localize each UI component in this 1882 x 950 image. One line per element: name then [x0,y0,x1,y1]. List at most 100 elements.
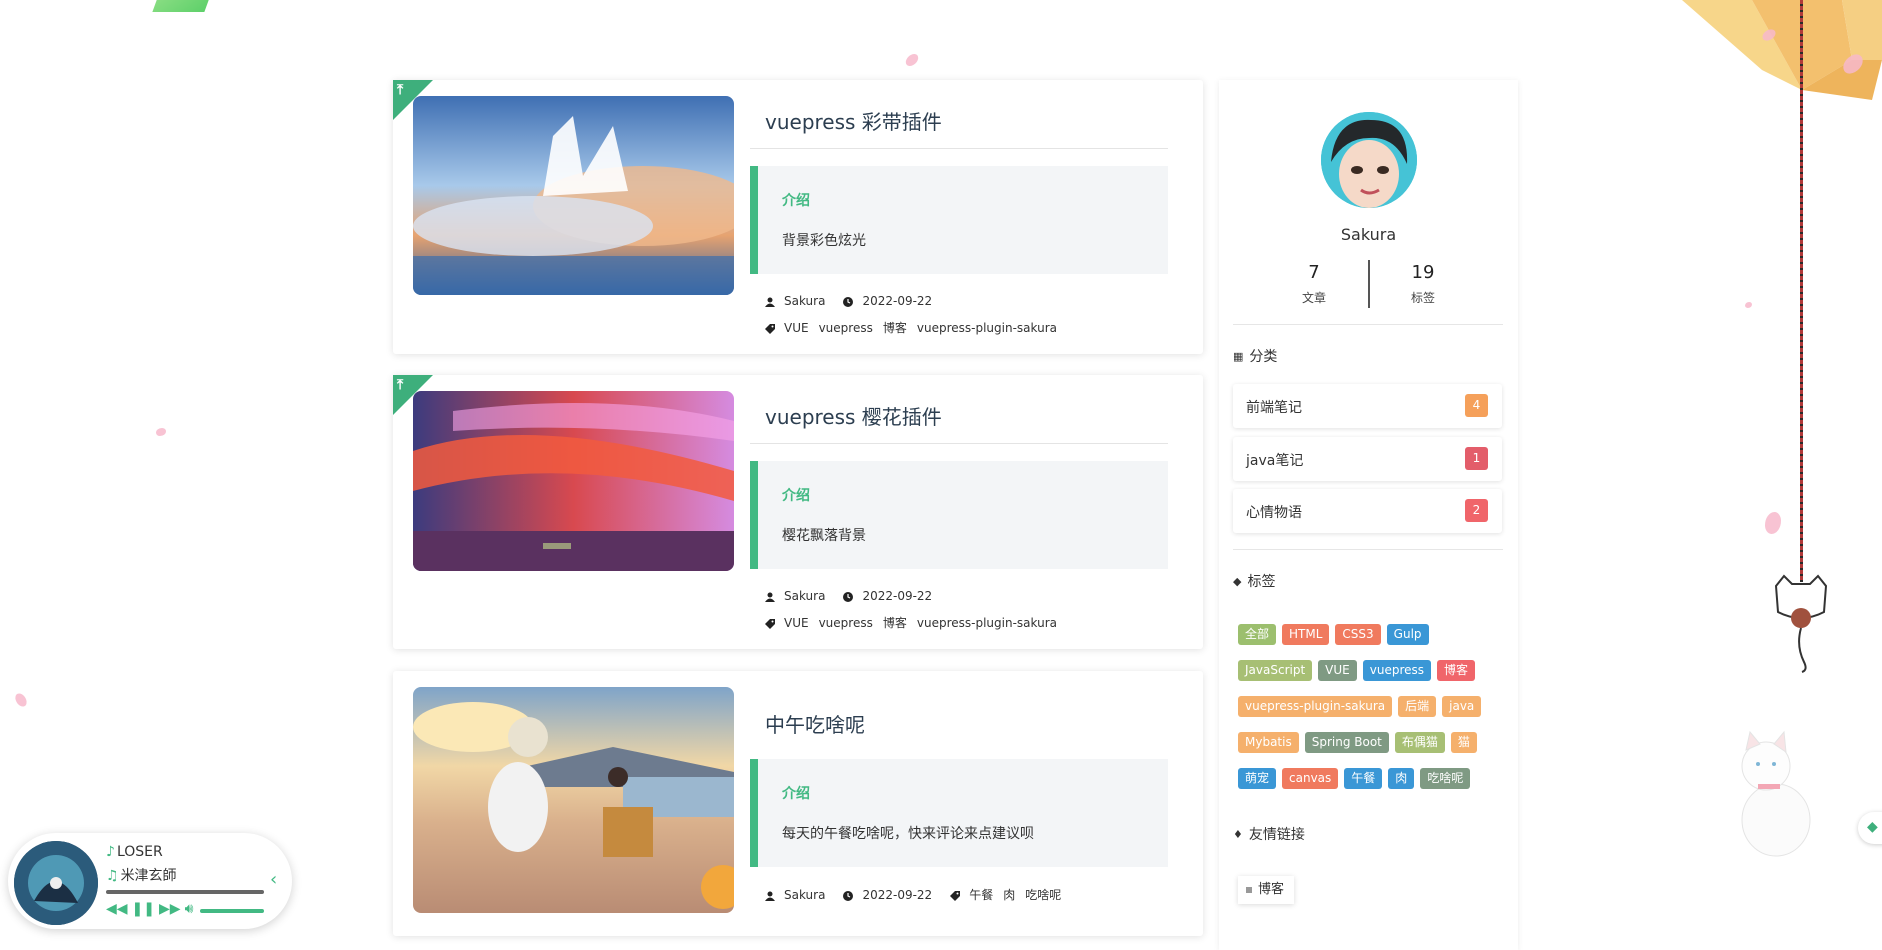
excerpt-heading: 介绍 [782,193,810,209]
post-author[interactable]: Sakura [784,888,825,902]
tag-button[interactable]: JavaScript [1238,660,1313,681]
tag-button[interactable]: Gulp [1386,624,1429,645]
post-tag[interactable]: vuepress-plugin-sakura [917,321,1057,335]
tag-button[interactable]: 布偶猫 [1394,732,1445,753]
tag-button[interactable]: VUE [1318,660,1357,681]
next-icon[interactable]: ▶▶ [159,901,181,917]
user-icon [765,296,775,307]
post-tag[interactable]: 博客 [883,614,907,631]
excerpt-heading: 介绍 [782,786,810,802]
post-tag[interactable]: 午餐 [969,886,993,903]
post-tag[interactable]: VUE [784,616,809,630]
post-title[interactable]: vuepress 彩带插件 [765,106,942,135]
tag-button[interactable]: canvas [1282,768,1339,789]
tag-icon [765,618,775,629]
tag-button[interactable]: 后端 [1398,696,1437,717]
tag-button[interactable]: HTML [1282,624,1330,645]
artist-icon: ♫ [106,868,119,884]
category-name: 心情物语 [1246,505,1302,521]
post-date: 2022-09-22 [862,589,933,603]
song-title: ♪ LOSER [106,844,163,860]
post-tag[interactable]: 博客 [883,319,907,336]
post-cover-image[interactable] [413,687,734,913]
hanging-cat-decoration [1774,574,1828,673]
post-meta: Sakura 2022-09-22 [765,589,932,603]
link-bullet-icon [1246,886,1252,893]
friends-title: 友情链接 [1248,827,1305,843]
tag-button[interactable]: Spring Boot [1304,732,1389,753]
toggle-icon: ◆ [1867,819,1878,835]
post-date: 2022-09-22 [862,887,933,902]
tag-icon [765,323,775,334]
progress-bar[interactable] [106,890,264,894]
diamond-icon: ♦ [1233,827,1243,841]
tag-button[interactable]: 萌宠 [1238,768,1277,789]
petal [156,428,166,436]
volume-icon[interactable]: 🔊︎ [185,901,194,917]
post-author[interactable]: Sakura [784,294,825,308]
post-tag[interactable]: 肉 [1003,886,1015,903]
friend-link[interactable]: 博客 [1238,876,1295,904]
tag-button[interactable]: CSS3 [1335,624,1381,645]
divider [1233,549,1503,550]
tag-button[interactable]: Mybatis [1238,732,1299,753]
category-item[interactable]: 心情物语 2 [1233,489,1502,533]
tag-button[interactable]: vuepress [1362,660,1431,681]
side-toggle-button[interactable]: ◆ [1858,812,1882,844]
tag-button[interactable]: 猫 [1450,732,1477,753]
pause-icon[interactable]: ❚❚ [132,901,155,917]
clock-icon [843,890,854,901]
sitting-cat-decoration [1741,730,1811,857]
tag-button[interactable]: 午餐 [1344,768,1383,789]
album-cover[interactable] [14,841,98,925]
post-title[interactable]: vuepress 樱花插件 [765,401,942,430]
post-tag[interactable]: vuepress [819,321,873,335]
tag-button[interactable]: java [1442,696,1482,717]
post-card[interactable]: ⤒ vuepress 彩带插件 介绍 背景彩色炫光 Sakura 2022-09… [393,80,1203,354]
player-controls: ◀◀ ❚❚ ▶▶ 🔊︎ [106,901,197,917]
category-name: java笔记 [1246,453,1304,469]
post-card[interactable]: ⤒ vuepress 樱花插件 介绍 樱花飘落背景 Sakura 2022-09… [393,375,1203,649]
tag-button[interactable]: 全部 [1238,624,1277,645]
collapse-chevron-icon[interactable]: ‹ [270,869,277,890]
post-author[interactable]: Sakura [784,589,825,603]
post-cover-image[interactable] [413,391,734,571]
clock-icon [843,296,854,307]
post-card[interactable]: 中午吃啥呢 介绍 每天的午餐吃啥呢，快来评论来点建议呗 Sakura 2022-… [393,671,1203,936]
profile-name: Sakura [1340,225,1397,244]
tags-stat[interactable]: 19 标签 [1368,262,1478,306]
user-icon [765,890,775,901]
excerpt-heading: 介绍 [782,488,810,504]
post-cover-image[interactable] [413,96,734,295]
post-excerpt: 介绍 每天的午餐吃啥呢，快来评论来点建议呗 [750,759,1168,867]
song-title-text: LOSER [116,844,163,860]
post-tag[interactable]: vuepress [819,616,873,630]
previous-icon[interactable]: ◀◀ [106,901,128,917]
post-tags: VUE vuepress 博客 vuepress-plugin-sakura [765,319,1067,336]
category-name: 前端笔记 [1246,400,1302,416]
volume-slider[interactable] [200,909,264,913]
articles-count: 7 [1308,262,1320,283]
user-icon [765,591,775,602]
excerpt-text: 每天的午餐吃啥呢，快来评论来点建议呗 [782,826,1034,842]
corner-decoration [152,0,220,12]
category-item[interactable]: java笔记 1 [1233,437,1502,481]
tag-icon: ◆ [1233,574,1242,588]
hanging-rope [1800,0,1803,582]
post-title[interactable]: 中午吃啥呢 [765,709,865,738]
post-meta: Sakura 2022-09-22 [765,294,932,308]
tag-button[interactable]: vuepress-plugin-sakura [1238,696,1393,717]
song-artist: ♫ 米津玄師 [106,865,177,885]
articles-stat[interactable]: 7 文章 [1259,262,1369,306]
tag-button[interactable]: 肉 [1388,768,1415,789]
tags-title: 标签 [1247,574,1276,590]
post-meta: Sakura 2022-09-22 午餐 肉 吃啥呢 [765,886,1071,903]
song-artist-text: 米津玄師 [120,868,177,884]
tag-button[interactable]: 吃啥呢 [1420,768,1471,789]
post-tag[interactable]: vuepress-plugin-sakura [917,616,1057,630]
category-item[interactable]: 前端笔记 4 [1233,384,1502,428]
tag-button[interactable]: 博客 [1437,660,1476,681]
post-date: 2022-09-22 [862,294,933,308]
post-tag[interactable]: 吃啥呢 [1025,886,1061,903]
post-tag[interactable]: VUE [784,321,809,335]
